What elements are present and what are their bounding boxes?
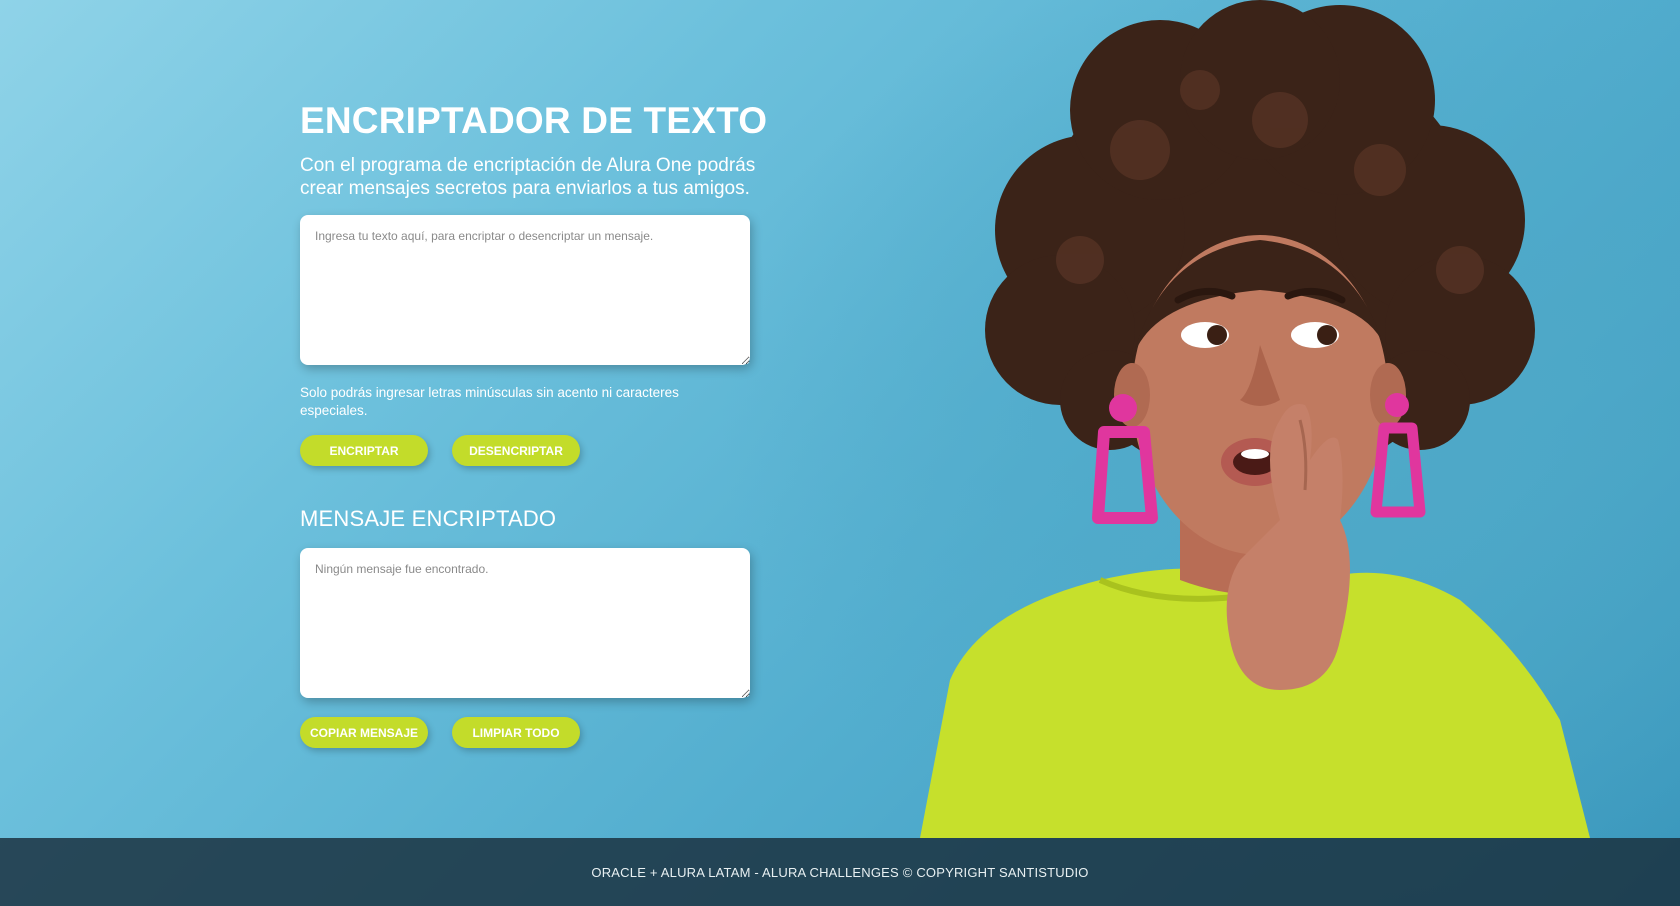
copy-message-button[interactable]: COPIAR MENSAJE bbox=[300, 717, 428, 748]
output-heading: MENSAJE ENCRIPTADO bbox=[300, 506, 557, 531]
encrypt-button[interactable]: ENCRIPTAR bbox=[300, 435, 428, 466]
footer-copyright: ORACLE + ALURA LATAM - ALURA CHALLENGES … bbox=[591, 864, 1089, 880]
page-subtitle: Con el programa de encriptación de Alura… bbox=[300, 155, 756, 199]
input-hint: Solo podrás ingresar letras minúsculas s… bbox=[300, 385, 679, 418]
message-input[interactable] bbox=[300, 215, 750, 365]
decrypt-button[interactable]: DESENCRIPTAR bbox=[452, 435, 580, 466]
clear-all-button[interactable]: LIMPIAR TODO bbox=[452, 717, 580, 748]
page-title: ENCRIPTADOR DE TEXTO bbox=[300, 100, 768, 141]
page-footer: ORACLE + ALURA LATAM - ALURA CHALLENGES … bbox=[0, 838, 1680, 906]
encrypted-output[interactable] bbox=[300, 548, 750, 698]
woman-whisper-illustration bbox=[920, 0, 1590, 838]
